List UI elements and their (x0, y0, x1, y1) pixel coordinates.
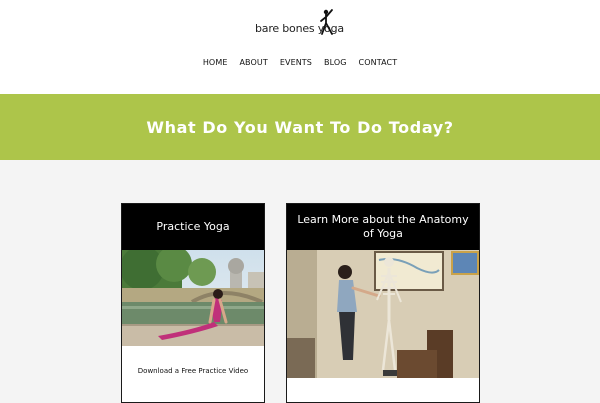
hero-banner: What Do You Want To Do Today? (0, 94, 600, 160)
main-nav: HOME ABOUT EVENTS BLOG CONTACT (0, 57, 600, 71)
anatomy-photo[interactable] (287, 250, 479, 378)
nav-about[interactable]: ABOUT (233, 57, 273, 71)
nav-events[interactable]: EVENTS (274, 57, 318, 71)
practice-yoga-card[interactable]: Practice Yoga Download a Free Practice V… (121, 203, 265, 403)
site-logo[interactable]: bare bones yoga (255, 8, 345, 40)
nav-blog[interactable]: BLOG (318, 57, 353, 71)
banner-heading: What Do You Want To Do Today? (146, 117, 454, 137)
yoga-figure-icon (320, 9, 333, 35)
download-practice-video-link[interactable]: Download a Free Practice Video (122, 367, 264, 375)
nav-home[interactable]: HOME (197, 57, 234, 71)
card-title: Learn More about the Anatomy of Yoga (287, 204, 479, 250)
card-title: Practice Yoga (122, 204, 264, 250)
anatomy-card[interactable]: Learn More about the Anatomy of Yoga (286, 203, 480, 403)
nav-contact[interactable]: CONTACT (353, 57, 404, 71)
site-header: bare bones yoga HOME ABOUT EVENTS BLOG C… (0, 0, 600, 94)
practice-yoga-photo[interactable] (122, 250, 264, 346)
